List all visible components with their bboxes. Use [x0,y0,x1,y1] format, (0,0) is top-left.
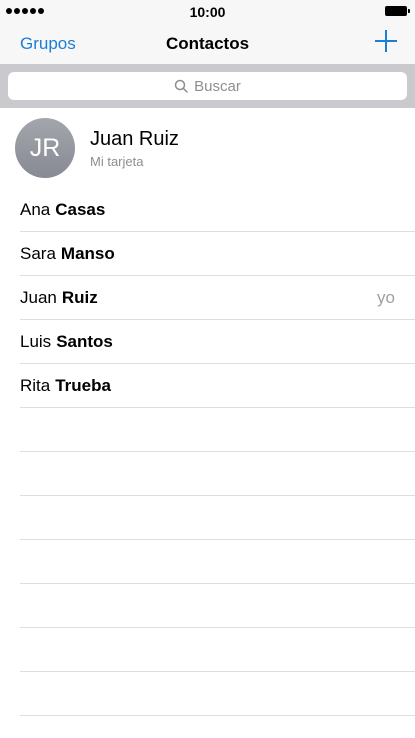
empty-row [20,540,415,584]
contact-last-name: Santos [56,331,113,351]
contact-row[interactable]: Juan Ruiz yo [20,276,415,320]
contact-row[interactable]: Sara Manso [20,232,415,276]
contact-last-name: Casas [55,199,106,219]
my-card[interactable]: JR Juan Ruiz Mi tarjeta [0,108,415,188]
empty-row [20,672,415,716]
empty-row [20,628,415,672]
search-input[interactable]: Buscar [8,72,407,100]
avatar: JR [15,118,75,178]
empty-row [20,408,415,452]
me-tag: yo [377,287,395,307]
search-placeholder: Buscar [194,77,241,95]
contact-last-name: Ruiz [61,287,98,307]
contact-row[interactable]: Rita Trueba [20,364,415,408]
contact-last-name: Manso [60,243,115,263]
empty-row [20,584,415,628]
battery-icon [385,6,410,16]
status-time: 10:00 [189,4,226,20]
search-icon [174,79,188,93]
status-bar: 10:00 [0,0,415,22]
contact-first-name: Luis [20,331,52,351]
contact-last-name: Trueba [55,375,111,395]
navigation-bar: Grupos Contactos [0,22,415,64]
my-card-subtitle: Mi tarjeta [90,154,144,169]
contact-list: Ana Casas Sara Manso Juan Ruiz yo Luis S… [0,188,415,716]
contact-first-name: Juan [20,287,57,307]
contact-row[interactable]: Ana Casas [20,188,415,232]
search-bar: Buscar [0,64,415,108]
contact-first-name: Ana [20,199,51,219]
empty-row [20,496,415,540]
contact-row[interactable]: Luis Santos [20,320,415,364]
plus-icon[interactable] [375,30,397,52]
contact-first-name: Sara [20,243,56,263]
my-card-name: Juan Ruiz [90,128,179,150]
contact-first-name: Rita [20,375,51,395]
empty-row [20,452,415,496]
page-title: Contactos [165,34,250,53]
